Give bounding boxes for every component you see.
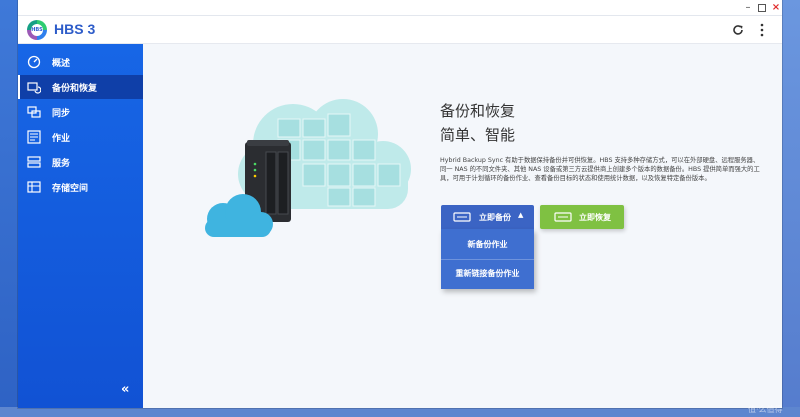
refresh-icon[interactable] (731, 23, 745, 37)
sidebar-item-storage[interactable]: 存储空间 (18, 175, 143, 199)
page-subtitle: 简单、智能 (440, 126, 516, 144)
sync-icon (27, 106, 41, 118)
dashboard-icon (27, 55, 41, 69)
nas-cloud-illustration (205, 99, 411, 237)
sidebar-item-sync[interactable]: 同步 (18, 100, 143, 124)
minimize-button[interactable]: – (743, 3, 753, 13)
backup-dropdown-menu: 新备份作业 重新链接备份作业 (441, 229, 534, 289)
sidebar-item-label: 同步 (52, 109, 71, 119)
backup-now-label: 立即备份 (479, 213, 511, 222)
window-titlebar: – × (18, 0, 782, 16)
restore-device-icon (554, 212, 572, 222)
page-title: 备份和恢复 (440, 102, 516, 120)
desktop-background-bottom (0, 407, 800, 417)
hbs-logo-icon: HBS (27, 20, 47, 40)
restore-now-label: 立即恢复 (579, 213, 611, 222)
more-options-icon[interactable] (759, 22, 765, 38)
sidebar-item-label: 服务 (52, 159, 71, 169)
sidebar-item-services[interactable]: 服务 (18, 150, 143, 174)
sidebar-item-overview[interactable]: 概述 (18, 50, 143, 74)
page-description: Hybrid Backup Sync 有助于数据保持备份并可供恢复。HBS 支持… (440, 157, 760, 182)
main-content: 备份和恢复 简单、智能 Hybrid Backup Sync 有助于数据保持备份… (143, 44, 782, 408)
menu-item-new-backup-job[interactable]: 新备份作业 (441, 231, 534, 259)
restore-now-button[interactable]: 立即恢复 (540, 205, 624, 229)
sidebar-item-label: 存储空间 (52, 184, 89, 194)
services-icon (27, 156, 41, 168)
storage-icon (27, 181, 41, 193)
watermark: 值·么值得 (748, 405, 783, 414)
backup-device-icon (453, 212, 471, 222)
app-title: HBS 3 (54, 21, 96, 37)
sidebar-item-backup-restore[interactable]: 备份和恢复 (18, 75, 143, 99)
backup-restore-icon (27, 82, 41, 94)
menu-item-relink-backup-job[interactable]: 重新链接备份作业 (441, 259, 534, 287)
sidebar-item-jobs[interactable]: 作业 (18, 125, 143, 149)
backup-now-button[interactable]: 立即备份 ▲ (441, 205, 534, 229)
caret-up-icon: ▲ (518, 211, 524, 219)
sidebar-item-label: 备份和恢复 (52, 84, 98, 94)
app-window: – × HBS HBS 3 概述 备份和恢复 同步 作业 服务 存储空间 « 备… (18, 0, 782, 408)
sidebar: 概述 备份和恢复 同步 作业 服务 存储空间 « (18, 44, 143, 408)
sidebar-item-label: 作业 (52, 134, 71, 144)
desktop-background-left (0, 0, 18, 417)
app-header: HBS HBS 3 (18, 16, 782, 44)
close-button[interactable]: × (771, 3, 781, 13)
collapse-sidebar-button[interactable]: « (121, 382, 130, 397)
sidebar-item-label: 概述 (52, 59, 71, 69)
maximize-button[interactable] (758, 4, 766, 12)
jobs-icon (27, 130, 41, 144)
